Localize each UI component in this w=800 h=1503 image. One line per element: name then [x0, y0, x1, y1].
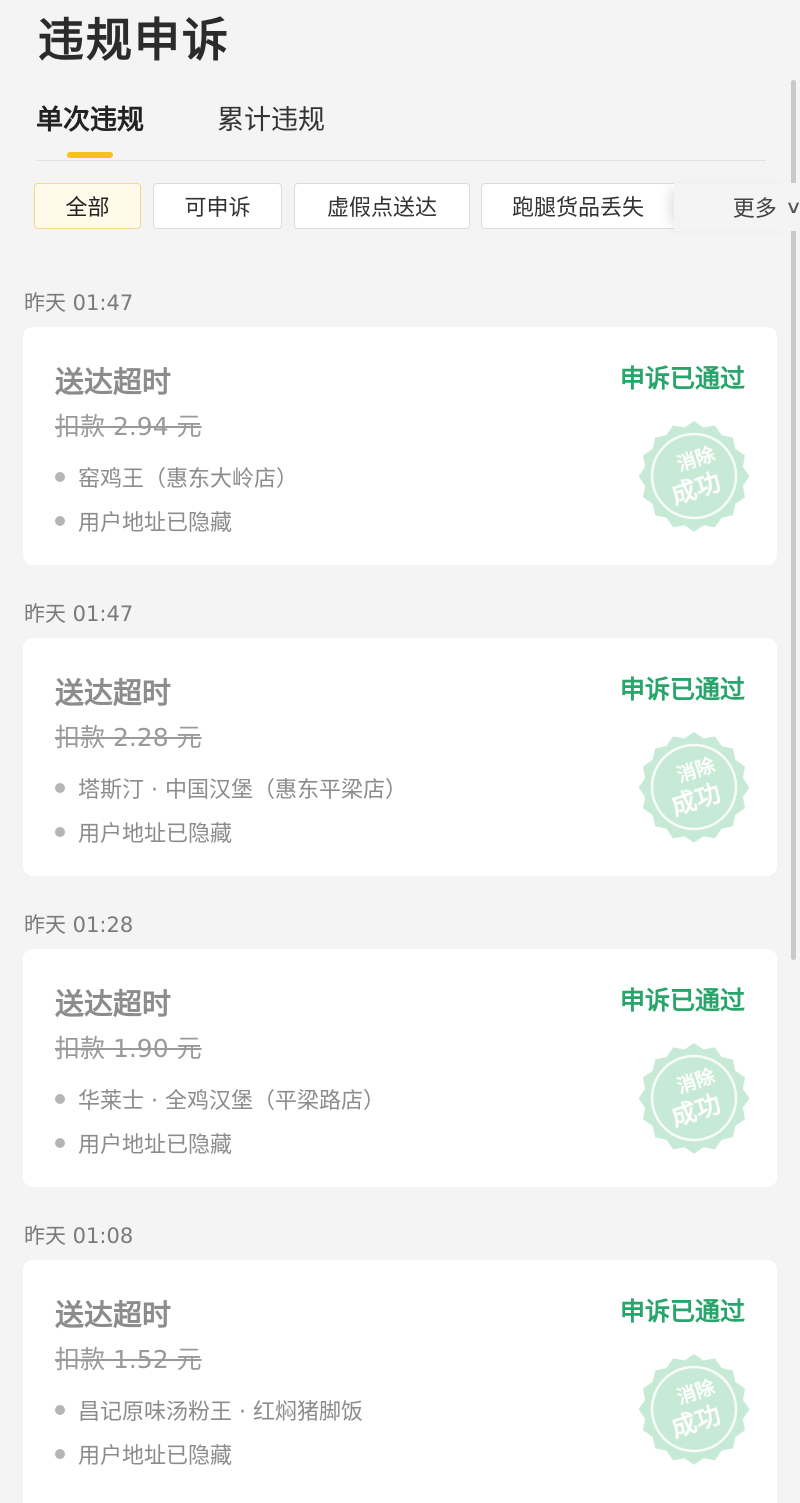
- address-line: 用户地址已隐藏: [55, 1127, 232, 1159]
- store-line: 华莱士 · 全鸡汉堡（平梁路店）: [55, 1083, 385, 1115]
- more-filters-button[interactable]: 更多 ∨: [674, 183, 800, 231]
- bullet-dot: [55, 783, 65, 793]
- appeal-status: 申诉已通过: [619, 1297, 745, 1326]
- violation-card[interactable]: 送达超时 申诉已通过 扣款 1.90 元 华莱士 · 全鸡汉堡（平梁路店） 用户…: [23, 949, 777, 1187]
- store-line: 窑鸡王（惠东大岭店）: [55, 461, 298, 493]
- bullet-dot: [55, 1449, 65, 1459]
- filter-chip-false-delivery[interactable]: 虚假点送达: [294, 183, 470, 229]
- violation-title: 送达超时: [55, 676, 172, 710]
- appeal-status: 申诉已通过: [619, 675, 745, 704]
- address-text: 用户地址已隐藏: [78, 1444, 233, 1469]
- violation-title: 送达超时: [55, 987, 172, 1021]
- store-name: 昌记原味汤粉王 · 红焖猪脚饭: [78, 1400, 363, 1425]
- bullet-dot: [55, 1138, 65, 1148]
- store-line: 昌记原味汤粉王 · 红焖猪脚饭: [55, 1394, 363, 1426]
- bullet-dot: [55, 827, 65, 837]
- filter-chip-errand-lost[interactable]: 跑腿货品丢失: [481, 183, 681, 229]
- violation-card[interactable]: 送达超时 申诉已通过 扣款 2.28 元 塔斯汀 · 中国汉堡（惠东平梁店） 用…: [23, 638, 777, 876]
- tab-cumulative-violation[interactable]: 累计违规: [217, 98, 325, 137]
- tab-bar: 单次违规 累计违规: [36, 98, 766, 161]
- address-line: 用户地址已隐藏: [55, 1438, 232, 1470]
- deduction-amount: 扣款 2.94 元: [55, 412, 202, 441]
- store-line: 塔斯汀 · 中国汉堡（惠东平梁店）: [55, 772, 407, 804]
- address-line: 用户地址已隐藏: [55, 816, 232, 848]
- address-line: 用户地址已隐藏: [55, 505, 232, 537]
- tab-single-violation[interactable]: 单次违规: [36, 98, 144, 137]
- deduction-amount: 扣款 1.52 元: [55, 1345, 202, 1374]
- seal-stamp-icon: 消除 成功: [638, 421, 750, 532]
- store-name: 华莱士 · 全鸡汉堡（平梁路店）: [78, 1089, 385, 1114]
- store-name: 窑鸡王（惠东大岭店）: [78, 467, 299, 492]
- violation-card[interactable]: 送达超时 申诉已通过 扣款 2.94 元 窑鸡王（惠东大岭店） 用户地址已隐藏 …: [23, 327, 777, 565]
- record-time: 昨天 01:08: [24, 1224, 134, 1248]
- bullet-dot: [55, 472, 65, 482]
- violation-title: 送达超时: [55, 1298, 172, 1332]
- address-text: 用户地址已隐藏: [78, 822, 233, 847]
- filter-chip-all[interactable]: 全部: [34, 183, 141, 229]
- violation-title: 送达超时: [55, 365, 172, 399]
- chevron-down-icon: ∨: [785, 197, 800, 218]
- bullet-dot: [55, 1405, 65, 1415]
- record-time: 昨天 01:47: [24, 602, 134, 626]
- seal-stamp-icon: 消除 成功: [638, 1043, 750, 1154]
- seal-stamp-icon: 消除 成功: [638, 1354, 750, 1465]
- deduction-amount: 扣款 1.90 元: [55, 1034, 202, 1063]
- record-time: 昨天 01:28: [24, 913, 134, 937]
- more-label: 更多: [732, 197, 777, 222]
- address-text: 用户地址已隐藏: [78, 1133, 233, 1158]
- bullet-dot: [55, 516, 65, 526]
- appeal-status: 申诉已通过: [619, 986, 745, 1015]
- appeal-status: 申诉已通过: [619, 364, 745, 393]
- address-text: 用户地址已隐藏: [78, 511, 233, 536]
- tab-active-indicator: [67, 152, 113, 158]
- bullet-dot: [55, 1094, 65, 1104]
- filter-chip-appealable[interactable]: 可申诉: [153, 183, 282, 229]
- record-time: 昨天 01:47: [24, 291, 134, 315]
- deduction-amount: 扣款 2.28 元: [55, 723, 202, 752]
- seal-stamp-icon: 消除 成功: [638, 732, 750, 843]
- filter-bar: 全部 可申诉 虚假点送达 跑腿货品丢失 更多 ∨: [34, 183, 800, 233]
- store-name: 塔斯汀 · 中国汉堡（惠东平梁店）: [78, 778, 407, 803]
- violation-card[interactable]: 送达超时 申诉已通过 扣款 1.52 元 昌记原味汤粉王 · 红焖猪脚饭 用户地…: [23, 1260, 777, 1503]
- page-title: 违规申诉: [38, 13, 230, 67]
